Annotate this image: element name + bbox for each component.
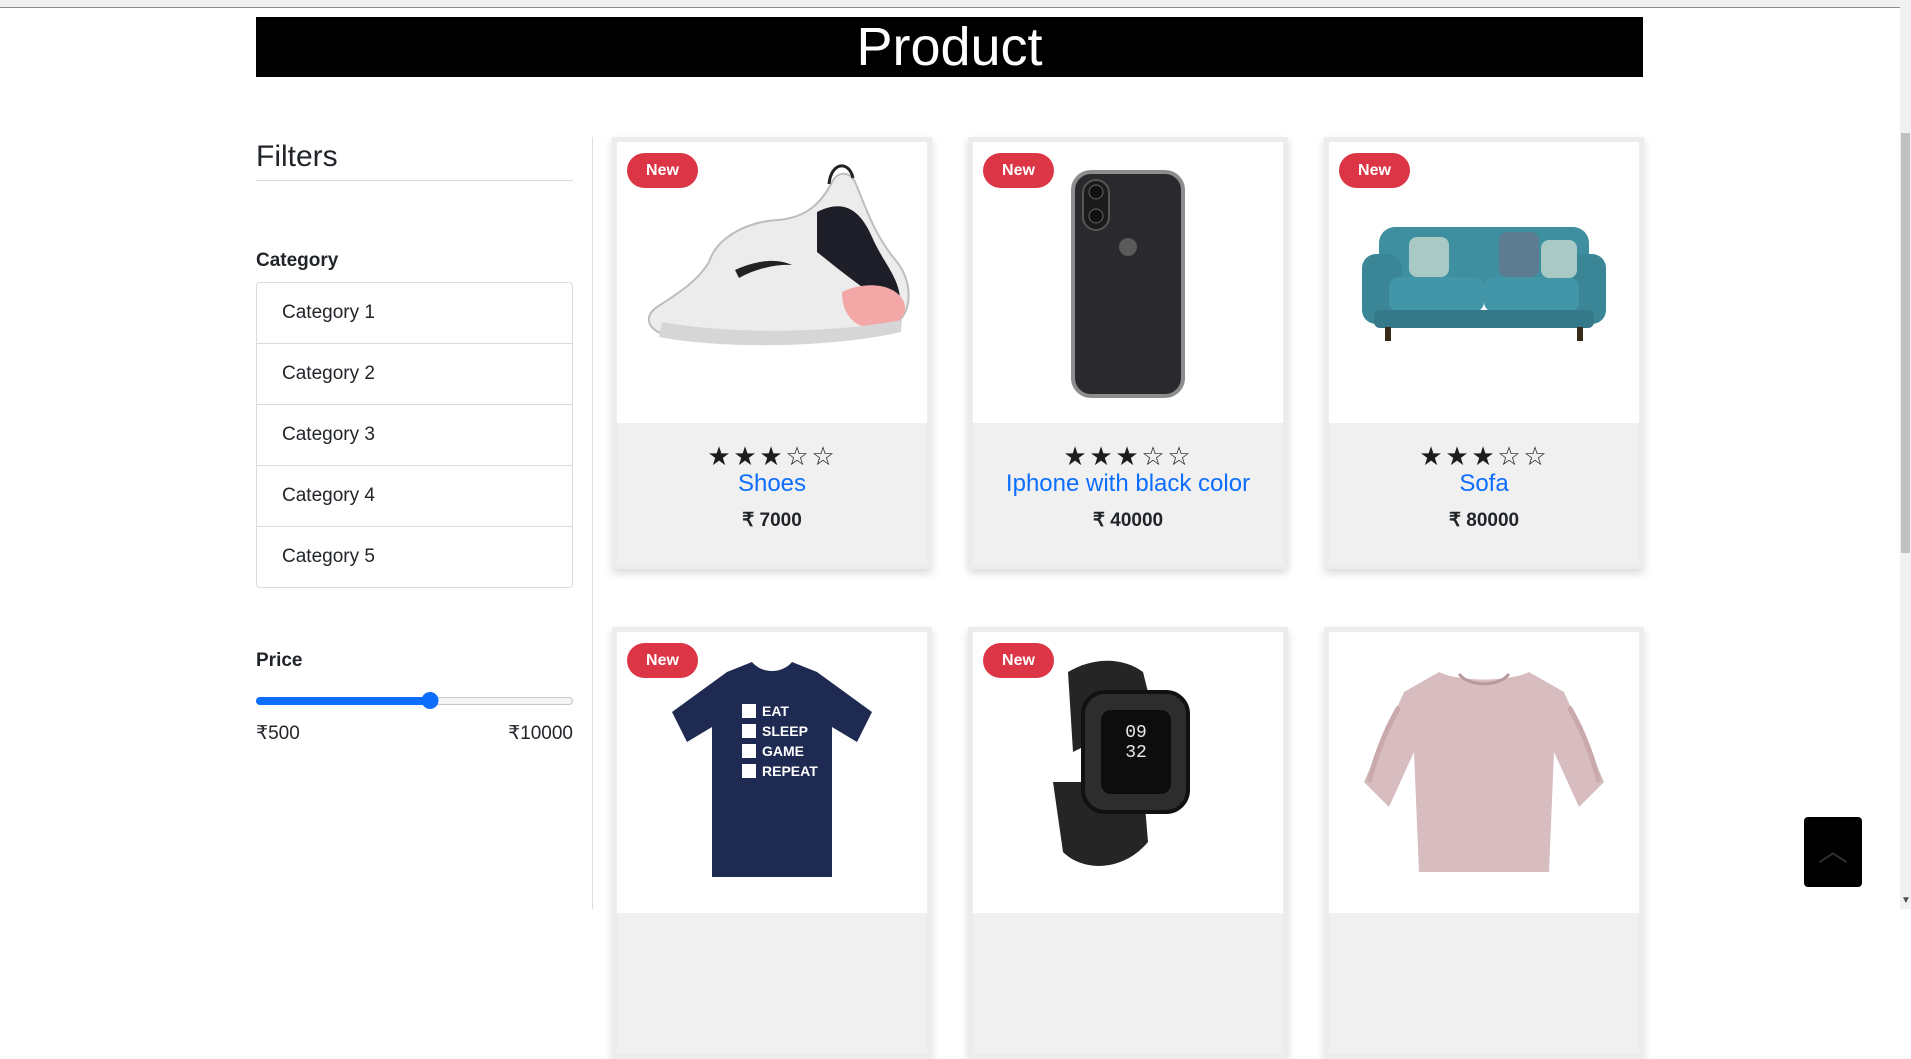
star-empty-icon: ☆ — [785, 441, 811, 471]
price-max: ₹10000 — [508, 723, 573, 744]
blouse-image[interactable] — [1329, 632, 1639, 913]
product-card-smartwatch[interactable]: 09 32 New — [968, 627, 1288, 1059]
product-title[interactable]: Iphone with black color — [973, 468, 1283, 500]
scroll-down-arrow-icon[interactable]: ▼ — [1901, 895, 1911, 907]
page-header: Product — [256, 17, 1643, 77]
category-item-1[interactable]: Category 1 — [257, 283, 572, 343]
new-badge: New — [983, 643, 1054, 678]
price-range: ₹500 ₹10000 — [256, 722, 573, 745]
new-badge: New — [627, 153, 698, 188]
category-item-3[interactable]: Category 3 — [257, 404, 572, 465]
category-item-2[interactable]: Category 2 — [257, 343, 572, 404]
new-badge: New — [627, 643, 698, 678]
star-filled-icon: ★ — [759, 441, 785, 471]
scrollbar-thumb[interactable] — [1901, 133, 1910, 553]
star-filled-icon: ★ — [733, 441, 759, 471]
product-card-iphone[interactable]: New ★★★☆☆ Iphone with black color ₹ 4000… — [968, 137, 1288, 569]
new-badge: New — [983, 153, 1054, 188]
rating-stars: ★★★☆☆ — [1329, 443, 1639, 469]
price-label: Price — [256, 650, 303, 671]
browser-top-border — [0, 0, 1911, 8]
star-empty-icon: ☆ — [1497, 441, 1523, 471]
star-filled-icon: ★ — [1445, 441, 1471, 471]
star-filled-icon: ★ — [1089, 441, 1115, 471]
tshirt-text-2: SLEEP — [762, 723, 808, 739]
back-to-top-button[interactable]: ︿ — [1804, 817, 1862, 887]
star-empty-icon: ☆ — [1141, 441, 1167, 471]
product-title[interactable]: Shoes — [617, 468, 927, 500]
product-price: ₹ 80000 — [1448, 510, 1520, 531]
product-card-blouse[interactable] — [1324, 627, 1644, 1059]
star-filled-icon: ★ — [707, 441, 733, 471]
tshirt-text-4: REPEAT — [762, 763, 818, 779]
rating-stars: ★★★☆☆ — [973, 443, 1283, 469]
watch-hour: 09 — [1125, 723, 1147, 743]
category-label: Category — [256, 250, 339, 271]
category-list: Category 1 Category 2 Category 3 Categor… — [256, 282, 573, 588]
product-card-shoes[interactable]: New ★★★☆☆ Shoes ₹ 7000 — [612, 137, 932, 569]
tshirt-text-3: GAME — [762, 743, 804, 759]
price-slider[interactable] — [256, 688, 573, 712]
product-price: ₹ 40000 — [1092, 510, 1164, 531]
star-filled-icon: ★ — [1419, 441, 1445, 471]
category-item-4[interactable]: Category 4 — [257, 465, 572, 526]
blouse-illustration — [1364, 672, 1604, 872]
price-slider-thumb[interactable] — [421, 692, 439, 709]
star-filled-icon: ★ — [1471, 441, 1497, 471]
filters-heading: Filters — [256, 130, 573, 181]
category-item-5[interactable]: Category 5 — [257, 526, 572, 587]
chevron-up-icon: ︿ — [1818, 835, 1848, 868]
star-empty-icon: ☆ — [811, 441, 837, 471]
star-filled-icon: ★ — [1063, 441, 1089, 471]
price-min: ₹500 — [256, 723, 300, 744]
rating-stars: ★★★☆☆ — [617, 443, 927, 469]
star-empty-icon: ☆ — [1523, 441, 1549, 471]
new-badge: New — [1339, 153, 1410, 188]
product-card-tshirt[interactable]: EAT SLEEP GAME REPEAT New — [612, 627, 932, 1059]
tshirt-text-1: EAT — [762, 703, 789, 719]
page-title: Product — [856, 17, 1043, 77]
watch-minute: 32 — [1125, 743, 1147, 763]
product-title[interactable]: Sofa — [1329, 468, 1639, 500]
price-slider-fill — [256, 697, 431, 705]
star-empty-icon: ☆ — [1167, 441, 1193, 471]
product-card-sofa[interactable]: New ★★★☆☆ Sofa ₹ 80000 — [1324, 137, 1644, 569]
sidebar-divider — [592, 137, 593, 909]
product-price: ₹ 7000 — [742, 510, 802, 531]
filters-sidebar: Filters Category Category 1 Category 2 C… — [256, 130, 573, 745]
star-filled-icon: ★ — [1115, 441, 1141, 471]
